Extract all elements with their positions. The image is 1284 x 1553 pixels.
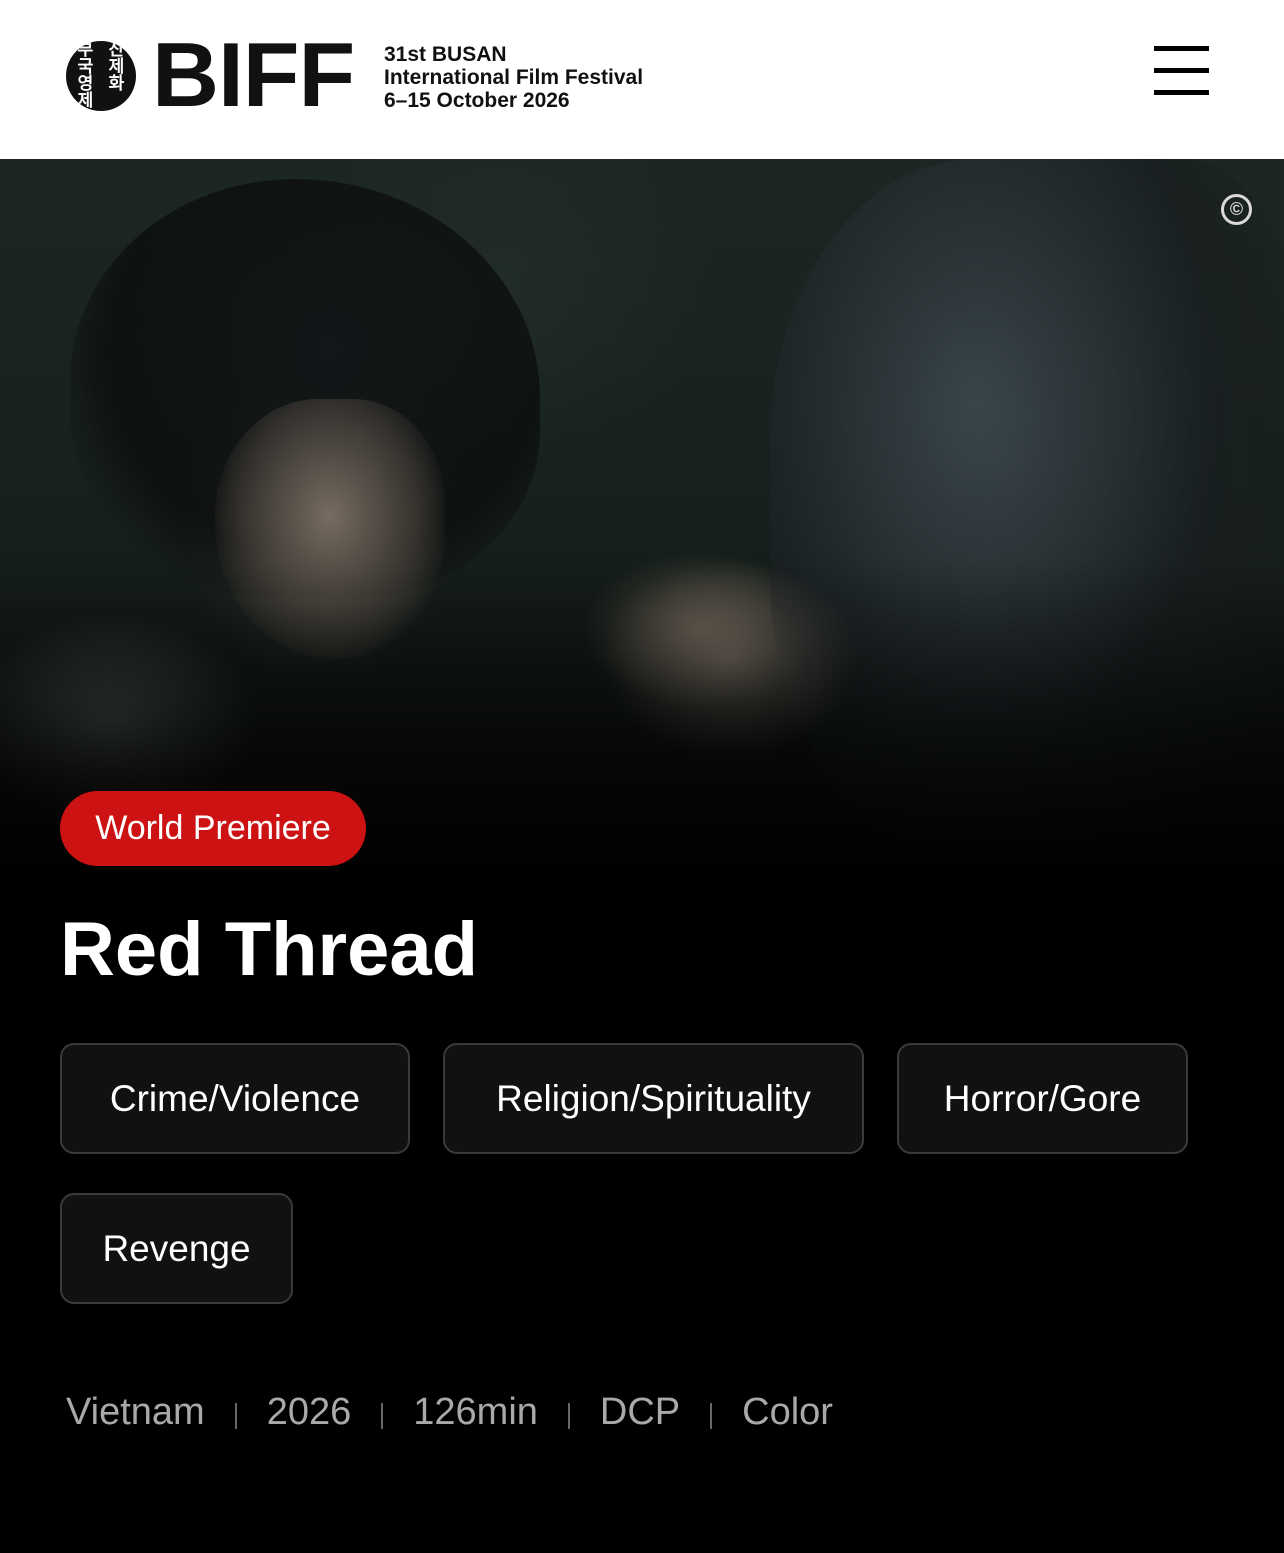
meta-divider [381, 1403, 384, 1429]
menu-bar [1154, 68, 1209, 73]
seal-glyphs: 부 산 국 제 영 화 제 [77, 41, 125, 111]
festival-info: 31st BUSAN International Film Festival 6… [384, 43, 643, 112]
biff-wordmark[interactable]: BIFF [152, 30, 355, 121]
biff-seal-logo[interactable]: 부 산 국 제 영 화 제 [66, 41, 136, 111]
festival-name: International Film Festival [384, 66, 644, 89]
menu-bar [1154, 90, 1209, 95]
meta-year: 2026 [266, 1391, 352, 1433]
festival-dates: 6–15 October 2026 [384, 89, 570, 112]
premiere-badge: World Premiere [60, 791, 366, 866]
genre-tag[interactable]: Crime/Violence [60, 1043, 410, 1154]
hamburger-menu-icon[interactable] [1154, 46, 1210, 98]
genre-tag[interactable]: Religion/Spirituality [443, 1043, 864, 1154]
meta-country: Vietnam [66, 1391, 205, 1433]
genre-tag[interactable]: Horror/Gore [897, 1043, 1188, 1154]
meta-color: Color [742, 1391, 833, 1433]
meta-divider [234, 1403, 237, 1429]
festival-edition: 31st BUSAN [384, 43, 507, 66]
meta-divider [710, 1403, 713, 1429]
meta-format: DCP [599, 1391, 681, 1433]
meta-runtime: 126min [413, 1391, 538, 1433]
film-meta: Vietnam 2026 126min DCP Color [66, 1384, 833, 1440]
film-title: Red Thread [60, 907, 479, 992]
copyright-icon[interactable]: © [1221, 194, 1252, 225]
menu-bar [1154, 46, 1209, 51]
film-still-image [0, 159, 1284, 889]
meta-divider [567, 1403, 570, 1429]
site-header: 부 산 국 제 영 화 제 BIFF 31st BUSAN Internatio… [0, 0, 1284, 159]
genre-tag[interactable]: Revenge [60, 1193, 293, 1304]
